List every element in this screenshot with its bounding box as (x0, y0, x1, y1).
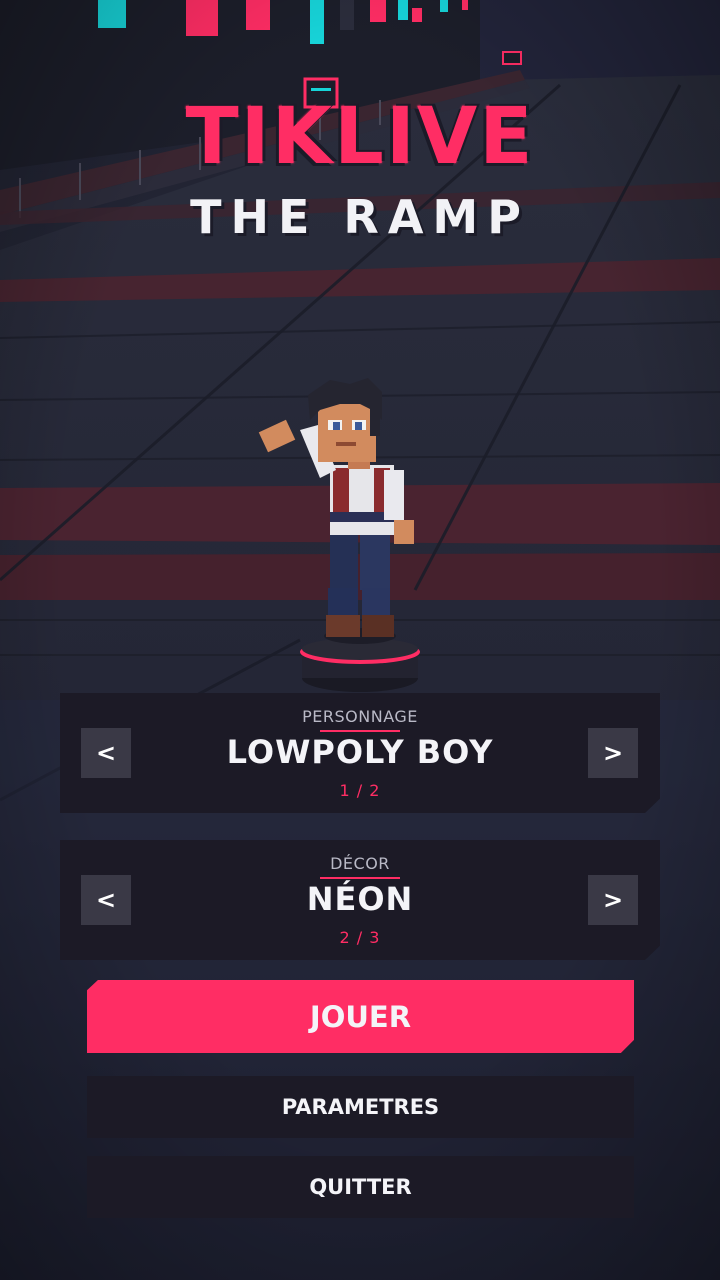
character-label-underline (320, 730, 400, 732)
decor-selector-label: DÉCOR (330, 854, 390, 873)
decor-count: 2 / 3 (339, 928, 381, 947)
quit-button[interactable]: QUITTER (87, 1156, 634, 1218)
game-logo-title: TIKLIVE (185, 92, 535, 182)
decor-next-button[interactable]: > (588, 875, 638, 925)
character-selector-panel: PERSONNAGE LOWPOLY BOY 1 / 2 < > (60, 693, 660, 813)
decor-selector-panel: DÉCOR NÉON 2 / 3 < > (60, 840, 660, 960)
character-selector-label: PERSONNAGE (302, 707, 418, 726)
character-next-button[interactable]: > (588, 728, 638, 778)
game-logo-subtitle: THE RAMP (190, 190, 530, 244)
character-name: LOWPOLY BOY (226, 733, 494, 771)
settings-button[interactable]: PARAMETRES (87, 1076, 634, 1138)
play-button[interactable]: JOUER (87, 980, 634, 1053)
decor-prev-button[interactable]: < (81, 875, 131, 925)
character-prev-button[interactable]: < (81, 728, 131, 778)
character-count: 1 / 2 (339, 781, 381, 800)
decor-label-underline (320, 877, 400, 879)
decor-name: NÉON (306, 880, 414, 918)
